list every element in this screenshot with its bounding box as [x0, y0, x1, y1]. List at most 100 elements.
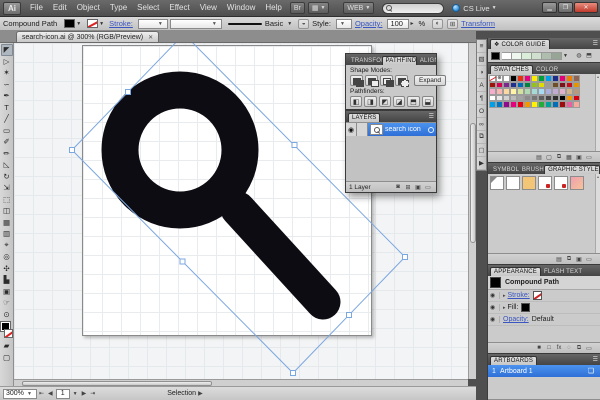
character-panel-icon[interactable]: A: [477, 79, 486, 92]
tab-flash-text[interactable]: FLASH TEXT: [541, 268, 585, 276]
stroke-swatch[interactable]: [3, 329, 13, 338]
type-tool[interactable]: T: [1, 102, 13, 114]
opacity-input[interactable]: 100: [387, 18, 410, 29]
artboard-nav-combo[interactable]: 1: [55, 388, 70, 399]
pattern-options-panel-icon[interactable]: ⧉: [477, 131, 486, 144]
divide-button[interactable]: ◧: [350, 96, 363, 107]
menu-item-effect[interactable]: Effect: [164, 0, 194, 16]
stroke-link[interactable]: Stroke:: [508, 292, 530, 299]
stroke-color-chip[interactable]: [87, 19, 99, 28]
swatch[interactable]: [538, 101, 545, 108]
outline-button[interactable]: ⬒: [407, 96, 420, 107]
lasso-tool[interactable]: ∽: [1, 79, 13, 91]
menu-item-file[interactable]: File: [25, 0, 48, 16]
show-kinds-icon[interactable]: ▢: [544, 153, 554, 162]
style-combo[interactable]: ▼: [335, 18, 352, 29]
exclude-button[interactable]: [395, 75, 409, 87]
eraser-tool[interactable]: ◺: [1, 159, 13, 171]
visibility-eye-icon[interactable]: ◉: [346, 123, 357, 136]
new-sublayer-icon[interactable]: ⊞: [403, 183, 413, 192]
blend-tool[interactable]: ◎: [1, 251, 13, 263]
chevron-down-icon[interactable]: ▼: [99, 21, 104, 27]
new-stroke-icon[interactable]: ■: [534, 344, 544, 353]
restore-button[interactable]: ❐: [558, 2, 573, 13]
chevron-down-icon[interactable]: ▼: [76, 21, 81, 27]
style-3[interactable]: [522, 176, 536, 190]
zoom-level-combo[interactable]: 300% ▼: [3, 388, 37, 399]
style-5[interactable]: [554, 176, 568, 190]
workspace-switcher[interactable]: WEB ▼: [343, 2, 375, 14]
paragraph-panel-icon[interactable]: ¶: [477, 92, 486, 105]
swatch[interactable]: [552, 101, 559, 108]
selection-tool[interactable]: ◤: [0, 44, 13, 56]
panel-scrollbar[interactable]: ▴▾: [595, 174, 600, 264]
swatch[interactable]: [566, 101, 573, 108]
new-fill-icon[interactable]: □: [544, 344, 554, 353]
tab-graphic-styles[interactable]: GRAPHIC STYLES: [544, 165, 600, 174]
make-clipping-mask-icon[interactable]: ◙: [393, 183, 403, 192]
base-color-swatch[interactable]: [491, 51, 500, 60]
disclosure-arrow-icon[interactable]: ▸: [503, 305, 506, 311]
limit-colors-icon[interactable]: ◍: [574, 51, 584, 60]
scale-tool[interactable]: ⇲: [1, 182, 13, 194]
spinner-icon[interactable]: ▸: [410, 20, 413, 27]
panel-menu-icon[interactable]: ☰: [593, 40, 598, 47]
layer-name[interactable]: search icon: [385, 126, 428, 133]
clear-appearance-icon[interactable]: ◌: [564, 344, 574, 353]
stroke-none-swatch[interactable]: [532, 291, 542, 300]
stroke-panel-icon[interactable]: ≡: [477, 40, 486, 53]
tab-color[interactable]: COLOR: [533, 66, 561, 74]
vertical-scrollbar[interactable]: [468, 43, 476, 379]
artboard-row[interactable]: 1 Artboard 1 ❏: [488, 365, 600, 377]
break-link-icon[interactable]: ⧉: [564, 255, 574, 264]
delete-style-icon[interactable]: ▭: [584, 255, 594, 264]
next-artboard-button[interactable]: ▶: [82, 390, 87, 397]
cs-live-button[interactable]: CS Live ▼: [452, 4, 497, 13]
artboard[interactable]: [82, 45, 372, 336]
chevron-down-icon[interactable]: ▼: [73, 391, 78, 397]
paintbrush-tool[interactable]: ✐: [1, 136, 13, 148]
draw-normal-button[interactable]: ▢: [1, 352, 13, 364]
close-button[interactable]: ✕: [574, 2, 598, 13]
edit-colors-icon[interactable]: ⬒: [584, 51, 594, 60]
chevron-down-icon[interactable]: ▼: [563, 53, 568, 59]
menu-item-view[interactable]: View: [195, 0, 222, 16]
artboard-name[interactable]: Artboard 1: [500, 368, 533, 375]
horizontal-scrollbar[interactable]: [14, 379, 468, 386]
tab-layers[interactable]: LAYERS: [348, 113, 381, 122]
tab-appearance[interactable]: APPEARANCE: [490, 267, 542, 276]
new-color-group-icon[interactable]: ▦: [564, 153, 574, 162]
tab-swatches[interactable]: SWATCHES: [490, 65, 533, 74]
color-variation-swatch[interactable]: [502, 51, 512, 60]
flash-panel-icon[interactable]: ▶: [477, 157, 486, 170]
last-artboard-button[interactable]: ⇥: [90, 390, 95, 397]
intersect-button[interactable]: [380, 75, 394, 87]
menu-item-type[interactable]: Type: [105, 0, 132, 16]
swatch-libraries-icon[interactable]: ▤: [534, 153, 544, 162]
tab-pathfinder[interactable]: PATHFINDER: [381, 56, 417, 65]
prev-artboard-button[interactable]: ◀: [48, 390, 53, 397]
menu-item-window[interactable]: Window: [222, 0, 260, 16]
links-panel-icon[interactable]: ∞: [477, 118, 486, 131]
brush-definition-label[interactable]: Basic: [265, 19, 283, 28]
color-mode-button[interactable]: ▰: [1, 340, 13, 352]
direct-selection-tool[interactable]: ▷: [1, 56, 13, 68]
arrange-documents-button[interactable]: ▦ ▼: [307, 2, 330, 14]
lock-toggle[interactable]: [357, 123, 368, 136]
zoom-tool[interactable]: ⊙: [1, 309, 13, 321]
blend-mode-icon[interactable]: ◐: [432, 18, 444, 29]
visibility-eye-icon[interactable]: ◉: [490, 292, 500, 299]
style-default[interactable]: [490, 176, 504, 190]
rotate-tool[interactable]: ↻: [1, 171, 13, 183]
layer-row[interactable]: ◉ search icon: [346, 123, 436, 136]
chevron-down-icon[interactable]: ▼: [287, 21, 292, 27]
hand-tool[interactable]: ☞: [1, 297, 13, 309]
swatch[interactable]: [503, 101, 510, 108]
stroke-weight-combo[interactable]: ▼: [137, 18, 168, 29]
swatch[interactable]: [559, 101, 566, 108]
swatch[interactable]: [545, 101, 552, 108]
search-input[interactable]: [382, 2, 445, 14]
visibility-eye-icon[interactable]: ◉: [490, 304, 500, 311]
minus-front-button[interactable]: [365, 75, 379, 87]
navigator-panel-icon[interactable]: ▢: [477, 144, 486, 157]
